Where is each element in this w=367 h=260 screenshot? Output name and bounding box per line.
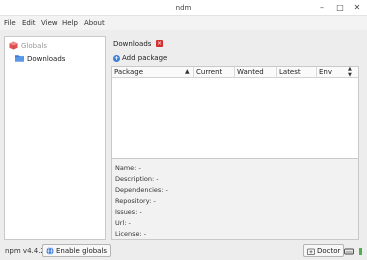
status-bar: npm v4.4.2 Enable globals Doctor — [0, 242, 367, 260]
sidebar-item-label: Globals — [21, 42, 47, 50]
window-title: ndm — [175, 4, 192, 12]
detail-license: License: - — [115, 230, 147, 238]
status-indicator-icon — [358, 246, 364, 256]
column-header-current[interactable]: Current — [194, 67, 235, 78]
package-details: Name: - Description: - Dependencies: - R… — [111, 158, 359, 240]
maximize-icon[interactable]: □ — [334, 2, 346, 14]
detail-dependencies: Dependencies: - — [115, 186, 168, 194]
drive-icon[interactable] — [344, 246, 354, 256]
sidebar-item-globals[interactable]: Globals — [9, 40, 47, 52]
menu-bar: File Edit View Help About — [0, 16, 367, 30]
detail-description: Description: - — [115, 175, 159, 183]
sidebar-item-label: Downloads — [27, 55, 66, 63]
sort-toggle-icon[interactable]: ▲ ▼ — [348, 66, 352, 78]
menu-about[interactable]: About — [84, 19, 105, 27]
enable-globals-button[interactable]: Enable globals — [42, 244, 112, 257]
menu-view[interactable]: View — [41, 19, 58, 27]
detail-name: Name: - — [115, 164, 141, 172]
detail-issues: Issues: - — [115, 208, 142, 216]
column-header-package[interactable]: Package — [112, 67, 194, 78]
enable-globals-label: Enable globals — [56, 246, 108, 255]
detail-repository: Repository: - — [115, 197, 156, 205]
title-bar: ndm – □ ✕ — [0, 0, 367, 16]
table-header: Package ▲ Current Wanted Latest Env ▲ ▼ — [112, 66, 358, 78]
sidebar-item-downloads[interactable]: Downloads — [15, 53, 65, 65]
add-package-label: Add package — [122, 54, 168, 62]
sort-up-icon: ▲ — [185, 68, 190, 75]
close-icon[interactable]: ✕ — [351, 2, 363, 14]
menu-edit[interactable]: Edit — [22, 19, 36, 27]
column-header-latest[interactable]: Latest — [277, 67, 317, 78]
npm-cube-icon — [9, 40, 18, 52]
tab-downloads[interactable]: Downloads — [113, 40, 151, 48]
tab-close-icon[interactable]: × — [156, 40, 163, 47]
doctor-label: Doctor — [317, 246, 341, 255]
sidebar: Globals Downloads — [4, 36, 106, 240]
column-header-wanted[interactable]: Wanted — [235, 67, 277, 78]
menu-help[interactable]: Help — [62, 19, 78, 27]
plus-icon: + — [113, 54, 120, 62]
doctor-icon — [307, 247, 315, 255]
doctor-button[interactable]: Doctor — [303, 244, 345, 257]
folder-icon — [15, 54, 24, 64]
add-package-button[interactable]: + Add package — [113, 53, 167, 63]
detail-url: Url: - — [115, 219, 131, 227]
globe-icon — [46, 246, 54, 255]
main-panel: Downloads × + Add package Package ▲ Curr… — [109, 36, 363, 241]
minimize-icon[interactable]: – — [316, 2, 328, 14]
npm-version: npm v4.4.2 — [5, 247, 45, 255]
menu-file[interactable]: File — [4, 19, 16, 27]
